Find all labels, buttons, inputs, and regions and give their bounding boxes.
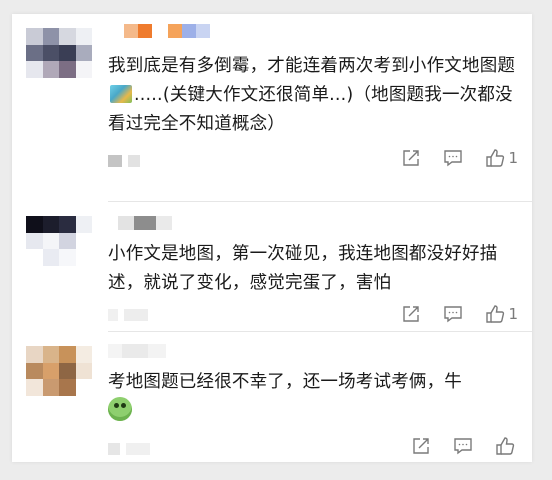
like-count: 1 [508,305,518,323]
frog-emoji-icon [108,397,132,421]
comment-actions [411,436,518,456]
comment-text: 考地图题已经很不幸了，还一场考试考俩，牛 [108,368,522,426]
comment-text-part: 考地图题已经很不幸了，还一场考试考俩，牛 [108,372,462,392]
comment-text-part: 我到底是有多倒霉，才能连着两次考到小作文地图题 [108,56,516,76]
reply-icon[interactable] [443,304,463,324]
thumbs-up-icon [486,149,505,167]
comment-text: 我到底是有多倒霉，才能连着两次考到小作文地图题 .....(关键大作文还很简单..… [108,52,522,139]
like-button[interactable]: 1 [485,304,518,324]
comment-actions: 1 [401,148,518,168]
comment-meta [108,308,148,322]
avatar[interactable] [26,28,92,78]
comment-text-part: .....(关键大作文还很简单...)（地图题我一次都没看过完全不知道概念） [108,85,513,134]
share-icon[interactable] [401,304,421,324]
comment-actions: 1 [401,304,518,324]
share-icon[interactable] [401,148,421,168]
username[interactable] [108,24,210,38]
thumbs-up-icon [496,437,515,455]
comment-meta [108,442,150,456]
comment-meta [108,154,140,168]
avatar[interactable] [26,216,92,266]
username[interactable] [108,216,172,230]
username[interactable] [108,344,166,358]
like-button[interactable] [495,436,518,456]
reply-icon[interactable] [453,436,473,456]
like-button[interactable]: 1 [485,148,518,168]
share-icon[interactable] [411,436,431,456]
comment-list: 我到底是有多倒霉，才能连着两次考到小作文地图题 .....(关键大作文还很简单..… [12,14,532,462]
comment-item: 考地图题已经很不幸了，还一场考试考俩，牛 [12,332,532,462]
comment-item: 我到底是有多倒霉，才能连着两次考到小作文地图题 .....(关键大作文还很简单..… [12,14,532,202]
comment-text: 小作文是地图，第一次碰见，我连地图都没好好描述，就说了变化，感觉完蛋了，害怕 [108,244,498,293]
thumbs-up-icon [486,305,505,323]
avatar[interactable] [26,346,92,396]
like-count: 1 [508,149,518,167]
map-emoji-icon [110,85,132,103]
comment-item: 小作文是地图，第一次碰见，我连地图都没好好描述，就说了变化，感觉完蛋了，害怕 1 [12,202,532,332]
reply-icon[interactable] [443,148,463,168]
